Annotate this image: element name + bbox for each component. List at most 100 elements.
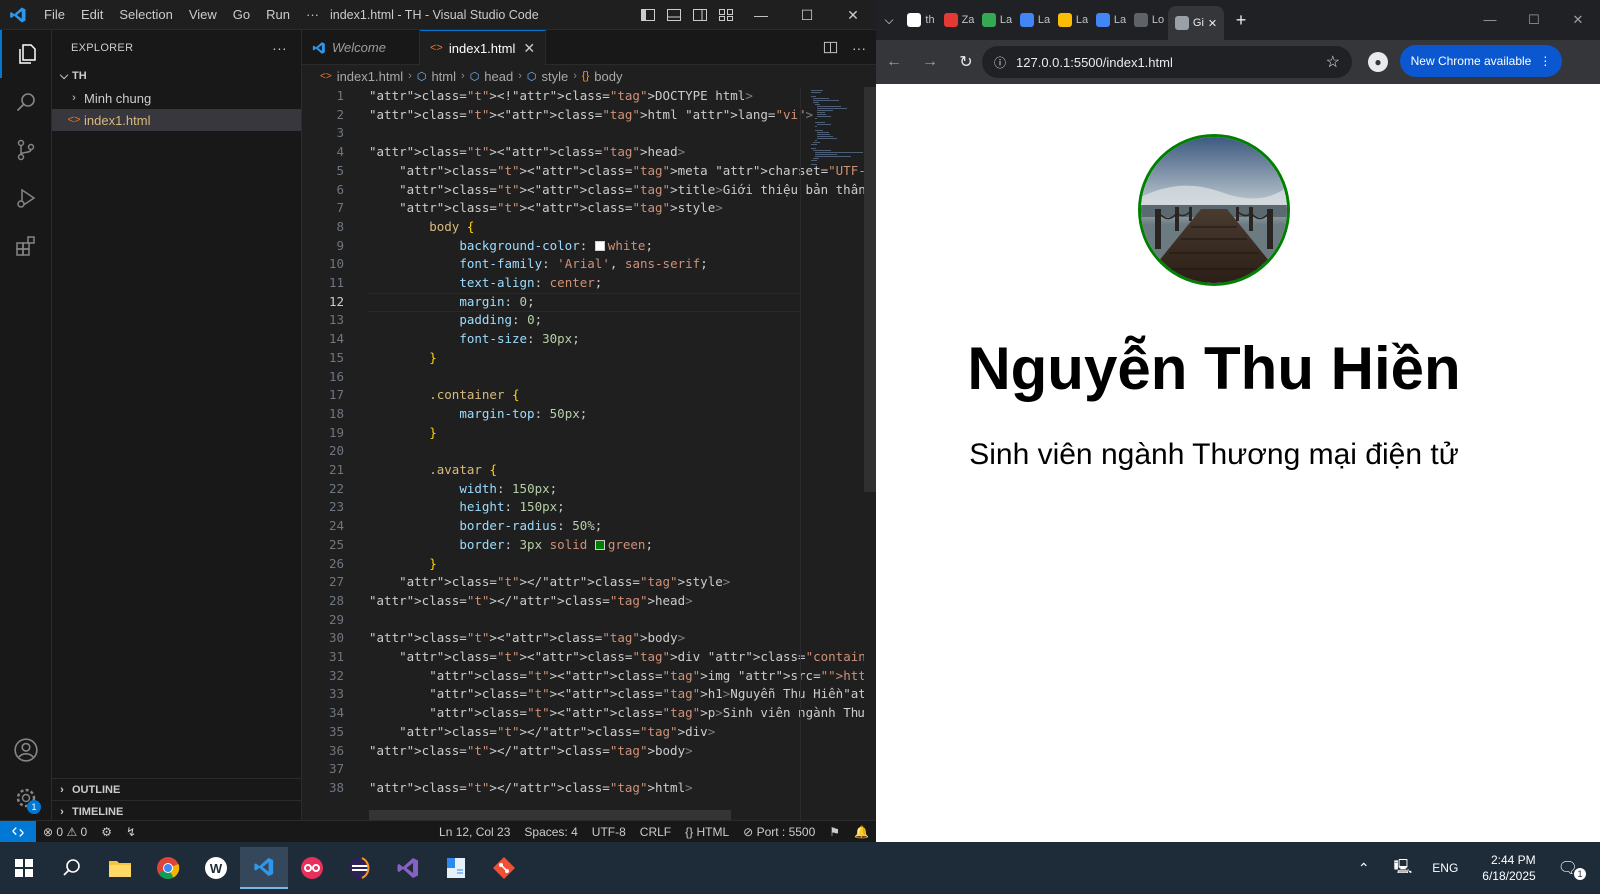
browser-tab[interactable]: La: [1016, 5, 1054, 35]
search-icon[interactable]: [48, 847, 96, 889]
tab-close-icon[interactable]: ✕: [523, 40, 535, 57]
code-line[interactable]: "attr">class="t"><"attr">class="tag">bod…: [369, 629, 685, 648]
end-of-line[interactable]: CRLF: [633, 825, 678, 839]
sourcetree-icon[interactable]: [480, 847, 528, 889]
browser-tab[interactable]: La: [978, 5, 1016, 35]
tab-search-chevron-icon[interactable]: ⌵: [876, 13, 902, 28]
search-icon[interactable]: [0, 78, 52, 126]
chrome-update-button[interactable]: New Chrome available ⋮: [1400, 45, 1562, 77]
remote-indicator-icon[interactable]: [0, 820, 36, 843]
profile-avatar-icon[interactable]: ●: [1368, 52, 1388, 72]
chrome-icon[interactable]: [144, 847, 192, 889]
site-info-icon[interactable]: ⓘ: [994, 54, 1006, 71]
breadcrumb-item[interactable]: head: [484, 69, 513, 84]
input-language[interactable]: ENG: [1422, 861, 1468, 875]
copilot-icon[interactable]: ⚑: [822, 825, 847, 839]
code-line[interactable]: body {: [369, 218, 474, 237]
show-hidden-icons-chevron-icon[interactable]: ⌃: [1344, 860, 1384, 877]
code-line[interactable]: padding: 0;: [369, 311, 542, 330]
horizontal-scrollbar[interactable]: [369, 810, 731, 820]
file-explorer-icon[interactable]: [96, 847, 144, 889]
code-line[interactable]: margin: 0;: [369, 293, 534, 312]
cursor-position[interactable]: Ln 12, Col 23: [432, 825, 517, 839]
menu-go[interactable]: Go: [225, 0, 258, 30]
code-line[interactable]: .container {: [369, 386, 519, 405]
workspace-folder[interactable]: ⌵ TH: [52, 65, 301, 87]
toggle-secondary-sidebar-icon[interactable]: [692, 7, 708, 23]
notifications-icon[interactable]: 🗨 1: [1550, 858, 1600, 880]
kebab-menu-icon[interactable]: ⋮: [1539, 54, 1551, 68]
code-line[interactable]: height: 150px;: [369, 498, 564, 517]
code-line[interactable]: .avatar {: [369, 461, 497, 480]
code-line[interactable]: border: 3px solid green;: [369, 536, 653, 555]
tree-item-file[interactable]: <> index1.html: [52, 109, 301, 131]
menu-view[interactable]: View: [181, 0, 225, 30]
browser-tab[interactable]: th: [902, 5, 940, 35]
code-line[interactable]: "attr">class="t"></"attr">class="tag">bo…: [369, 742, 693, 761]
code-line[interactable]: "attr">class="t"></"attr">class="tag">st…: [369, 573, 730, 592]
bookmark-star-icon[interactable]: ☆: [1326, 52, 1340, 72]
breadcrumb-item[interactable]: body: [594, 69, 622, 84]
minimize-icon[interactable]: —: [738, 0, 784, 30]
close-icon[interactable]: ✕: [1556, 0, 1600, 40]
menu-selection[interactable]: Selection: [111, 0, 180, 30]
indentation[interactable]: Spaces: 4: [517, 825, 584, 839]
code-line[interactable]: }: [369, 349, 437, 368]
code-line[interactable]: "attr">class="t"><"attr">class="tag">htm…: [369, 106, 813, 125]
tree-item-folder[interactable]: › Minh chung: [52, 87, 301, 109]
minimap[interactable]: [800, 87, 864, 820]
extensions-icon[interactable]: [0, 222, 52, 270]
debug-icon[interactable]: ⚙: [94, 825, 119, 839]
minimize-icon[interactable]: —: [1468, 0, 1512, 40]
eclipse-icon[interactable]: [336, 847, 384, 889]
code-line[interactable]: "attr">class="t"></"attr">class="tag">he…: [369, 592, 693, 611]
new-tab-plus-icon[interactable]: +: [1224, 10, 1258, 31]
menu-file[interactable]: File: [36, 0, 73, 30]
code-line[interactable]: }: [369, 424, 437, 443]
address-bar[interactable]: ⓘ 127.0.0.1:5500/index1.html ☆: [982, 46, 1352, 78]
code-line[interactable]: font-family: 'Arial', sans-serif;: [369, 255, 707, 274]
clock[interactable]: 2:44 PM 6/18/2025: [1468, 852, 1549, 884]
visual-studio-icon[interactable]: [384, 847, 432, 889]
more-actions-icon[interactable]: ···: [852, 40, 866, 56]
explorer-icon[interactable]: [0, 30, 52, 78]
code-line[interactable]: width: 150px;: [369, 480, 557, 499]
live-server-port[interactable]: ⊘ Port : 5500: [736, 825, 822, 839]
split-editor-icon[interactable]: [823, 40, 838, 55]
menu-more[interactable]: ···: [298, 0, 327, 30]
breadcrumb-item[interactable]: style: [542, 69, 569, 84]
browser-tab[interactable]: La: [1092, 5, 1130, 35]
breadcrumb-item[interactable]: index1.html: [337, 69, 403, 84]
code-line[interactable]: margin-top: 50px;: [369, 405, 587, 424]
page-scrollbar[interactable]: [1564, 84, 1600, 860]
code-line[interactable]: "attr">class="t"><"attr">class="tag">hea…: [369, 143, 685, 162]
problems-indicator[interactable]: ⊗ 0 ⚠ 0: [36, 825, 94, 839]
notifications-bell-icon[interactable]: 🔔: [847, 825, 876, 839]
code-line[interactable]: }: [369, 555, 437, 574]
outline-section[interactable]: › OUTLINE: [52, 778, 302, 800]
start-windows-icon[interactable]: [0, 847, 48, 889]
network-icon[interactable]: 🖳: [1384, 856, 1423, 880]
app-notes-icon[interactable]: [432, 847, 480, 889]
url-text[interactable]: 127.0.0.1:5500/index1.html: [1016, 55, 1173, 70]
code-line[interactable]: font-size: 30px;: [369, 330, 579, 349]
app-w-icon[interactable]: W: [192, 847, 240, 889]
menu-run[interactable]: Run: [258, 0, 298, 30]
source-control-icon[interactable]: [0, 126, 52, 174]
lightning-icon[interactable]: ↯: [119, 825, 143, 839]
menu-edit[interactable]: Edit: [73, 0, 111, 30]
browser-tab[interactable]: La: [1054, 5, 1092, 35]
accounts-icon[interactable]: [0, 726, 52, 774]
browser-tab[interactable]: Gi ✕: [1168, 6, 1224, 40]
run-debug-icon[interactable]: [0, 174, 52, 222]
encoding[interactable]: UTF-8: [585, 825, 633, 839]
breadcrumb-item[interactable]: html: [431, 69, 456, 84]
browser-tab[interactable]: Za: [940, 5, 978, 35]
code-line[interactable]: "attr">class="t"><"attr">class="tag">sty…: [369, 199, 723, 218]
toggle-primary-sidebar-icon[interactable]: [640, 7, 656, 23]
back-arrow-icon[interactable]: ←: [876, 53, 912, 71]
code-line[interactable]: "attr">class="t"></"attr">class="tag">ht…: [369, 779, 693, 798]
code-line[interactable]: text-align: center;: [369, 274, 602, 293]
language-mode[interactable]: {} HTML: [678, 825, 736, 839]
toggle-panel-icon[interactable]: [666, 7, 682, 23]
